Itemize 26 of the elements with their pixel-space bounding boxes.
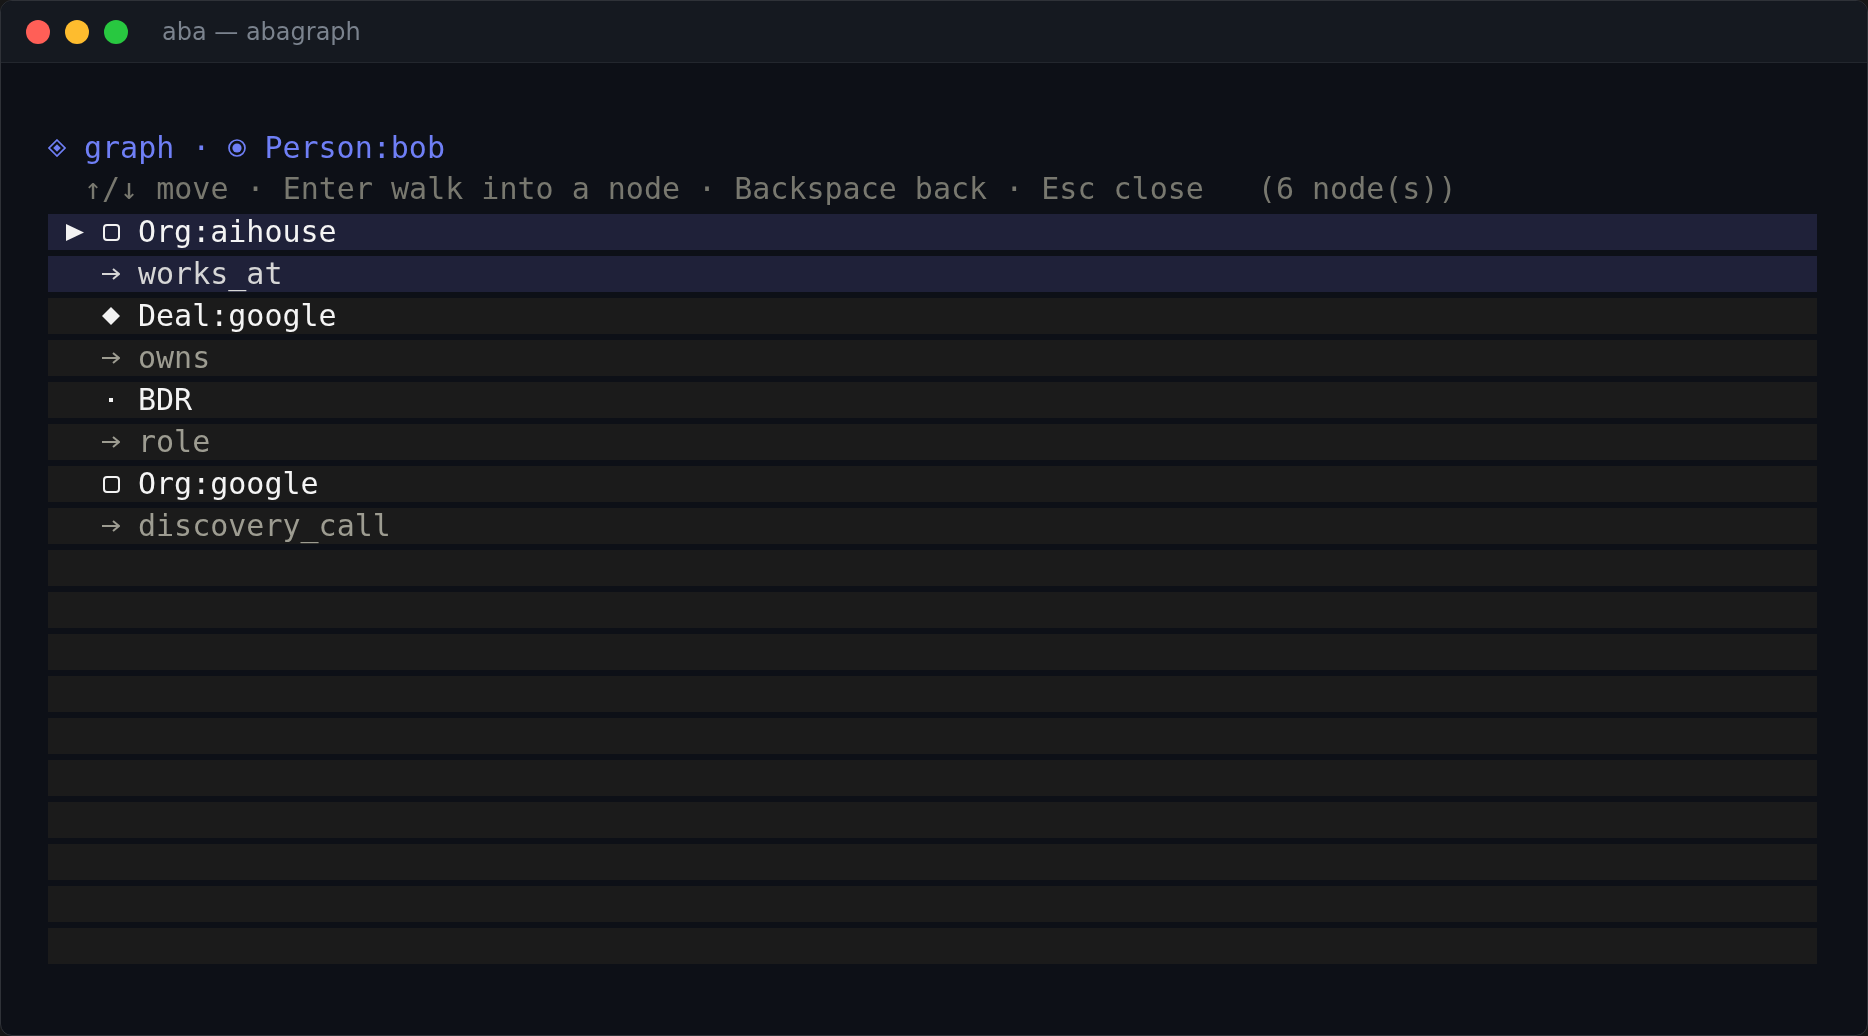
node-row[interactable]: Deal:google	[48, 298, 1817, 334]
edge-row[interactable]: owns	[48, 340, 1817, 376]
arrow-icon	[102, 520, 120, 532]
arrow-icon	[102, 268, 120, 280]
edge-row[interactable]: works_at	[48, 256, 1817, 292]
diamond-icon	[102, 307, 120, 325]
help-text: ↑/↓ move · Enter walk into a node · Backspace back · Esc close	[84, 171, 1204, 206]
breadcrumb-item: graph	[84, 129, 175, 166]
window-title: aba — abagraph	[162, 17, 361, 46]
close-button[interactable]	[26, 19, 50, 44]
arrow-icon	[102, 352, 120, 364]
breadcrumb-separator: ·	[192, 130, 211, 165]
zoom-button[interactable]	[104, 19, 128, 44]
node-row[interactable]: Org:aihouse	[48, 214, 1817, 250]
edge-row[interactable]: role	[48, 424, 1817, 460]
minimize-button[interactable]	[65, 19, 89, 44]
square-icon	[102, 475, 120, 493]
diamond-icon	[48, 138, 66, 157]
edge-row[interactable]: discovery_call	[48, 508, 1817, 544]
node-row[interactable]: BDR	[48, 382, 1817, 418]
arrow-icon	[102, 436, 120, 448]
breadcrumb-item: Person:bob	[264, 129, 445, 166]
bullseye-icon	[228, 138, 247, 157]
node-row[interactable]: Org:google	[48, 466, 1817, 502]
square-icon	[102, 223, 120, 241]
node-count: (6 node(s))	[1257, 171, 1457, 206]
